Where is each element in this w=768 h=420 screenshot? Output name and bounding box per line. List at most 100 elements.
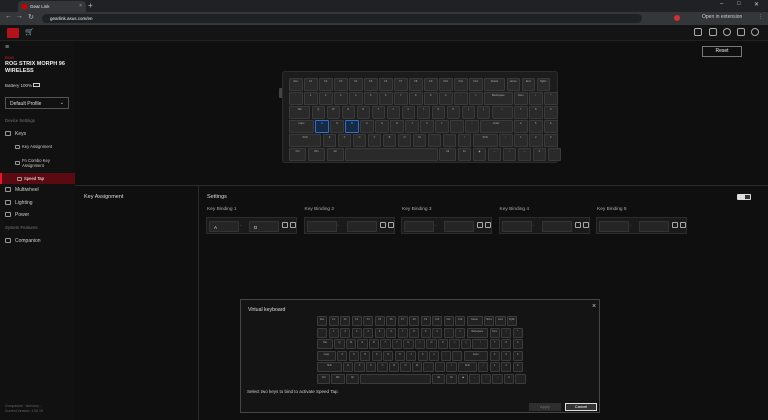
key-z[interactable]: Z [342,362,354,373]
key-sym[interactable]: ; [440,350,451,361]
key-shift[interactable]: Shift [457,362,477,373]
key-5[interactable]: 5 [374,327,385,338]
maximize-icon[interactable]: □ [737,1,741,7]
key-sym[interactable]: * [512,327,523,338]
key-t[interactable]: T [380,339,391,350]
key-f3[interactable]: F3 [351,316,362,327]
profile-select[interactable]: Default Profile ⌄ [5,97,69,109]
key-f1[interactable]: F1 [328,316,339,327]
key-sym[interactable]: . [515,373,526,384]
key-f9[interactable]: F9 [420,316,431,327]
key-k[interactable]: K [417,350,428,361]
address-bar[interactable]: gearlink.asus.com/en [42,14,642,23]
key-sym[interactable]: = [455,327,466,338]
key-1[interactable]: 1 [489,362,500,373]
key-f4[interactable]: F4 [363,316,374,327]
key-f[interactable]: F [371,350,382,361]
apply-button[interactable]: Apply [529,403,561,411]
key-4[interactable]: 4 [363,327,374,338]
key-p[interactable]: P [437,339,449,350]
key-n[interactable]: N [400,362,411,373]
key-2[interactable]: 2 [340,327,351,338]
key-sym[interactable]: \ [472,339,489,350]
key-backspace[interactable]: Backspace [466,327,489,338]
key-8[interactable]: 8 [501,339,512,350]
key-sym[interactable]: ◉ [457,373,469,384]
binding-key-2[interactable] [346,221,377,232]
profile-avatar[interactable] [674,15,680,21]
key-enter[interactable]: Enter [463,350,489,361]
key-c[interactable]: C [365,362,377,373]
key-delete[interactable]: Delete [466,316,483,327]
key-1[interactable]: 1 [328,327,339,338]
key-6[interactable]: 6 [512,350,523,361]
key-win[interactable]: Win [331,373,345,384]
nav-speed-tap[interactable]: Speed Tap [0,173,75,184]
key-x[interactable]: X [354,362,365,373]
key-5[interactable]: 5 [501,350,512,361]
key-home[interactable]: Home [483,316,495,327]
edit-icon[interactable] [282,222,288,228]
reset-button[interactable]: Reset [702,46,742,57]
key-o[interactable]: O [426,339,437,350]
binding-key-1[interactable] [599,221,629,232]
key-f11[interactable]: F11 [443,316,454,327]
key-esc[interactable]: Esc [317,316,328,327]
delete-icon[interactable] [290,222,296,228]
key-sym[interactable]: / [501,327,512,338]
key-3[interactable]: 3 [512,362,523,373]
key-sym[interactable]: ' [452,350,463,361]
close-window-icon[interactable]: ✕ [754,1,759,8]
key-sym[interactable]: ↓ [480,373,492,384]
key-6[interactable]: 6 [386,327,397,338]
nav-lighting[interactable]: Lighting [0,197,75,208]
key-2[interactable]: 2 [501,362,512,373]
new-tab-button[interactable]: + [88,1,93,10]
key-s[interactable]: S [348,350,359,361]
key-fn[interactable]: Fn [446,373,457,384]
key-alt[interactable]: Alt [432,373,446,384]
key-ctrl[interactable]: Ctrl [317,373,331,384]
key-m[interactable]: M [411,362,423,373]
binding-key-1[interactable] [306,221,337,232]
close-tab-icon[interactable]: × [79,3,82,9]
key-space[interactable] [360,373,431,384]
key-sym[interactable]: , [423,362,434,373]
delete-icon[interactable] [582,222,589,228]
help-icon[interactable] [737,28,745,36]
nav-companion[interactable]: Companion [0,235,75,246]
browser-tab[interactable]: Gear Link × [18,1,86,12]
key-sym[interactable]: ← [469,373,480,384]
menu-icon[interactable]: ⋮ [758,14,763,20]
binding-key-1[interactable] [404,221,434,232]
key-sym[interactable]: ↑ [478,362,489,373]
update-icon[interactable] [723,28,731,36]
nav-power[interactable]: Power [0,209,75,220]
cancel-button[interactable]: Cancel [565,403,597,411]
key-a[interactable]: A [337,350,348,361]
key-f6[interactable]: F6 [386,316,397,327]
key-j[interactable]: J [406,350,417,361]
nav-key-assignment[interactable]: Key Assignment [0,141,75,152]
key-f7[interactable]: F7 [397,316,408,327]
key-4[interactable]: 4 [489,350,500,361]
cart-icon[interactable]: 🛒 [25,28,34,36]
hamburger-icon[interactable]: ≡ [5,44,9,51]
key-sym[interactable]: ] [460,339,472,350]
key-u[interactable]: U [403,339,414,350]
binding-key-2[interactable] [444,221,474,232]
key-caps[interactable]: Caps [317,350,336,361]
forward-icon[interactable]: → [16,13,23,20]
key-f12[interactable]: F12 [455,316,466,327]
key-sym[interactable]: → [492,373,503,384]
nav-multiwheel[interactable]: Multiwheel [0,184,75,195]
key-sym[interactable]: ` [317,327,328,338]
key-alt[interactable]: Alt [345,373,359,384]
delete-icon[interactable] [485,222,491,228]
key-num[interactable]: Num [489,327,500,338]
binding-key-2[interactable] [541,221,572,232]
close-icon[interactable]: × [592,303,596,310]
key-b[interactable]: B [388,362,400,373]
key-sym[interactable]: - [443,327,454,338]
extension-label[interactable]: Open in extension [702,14,742,20]
